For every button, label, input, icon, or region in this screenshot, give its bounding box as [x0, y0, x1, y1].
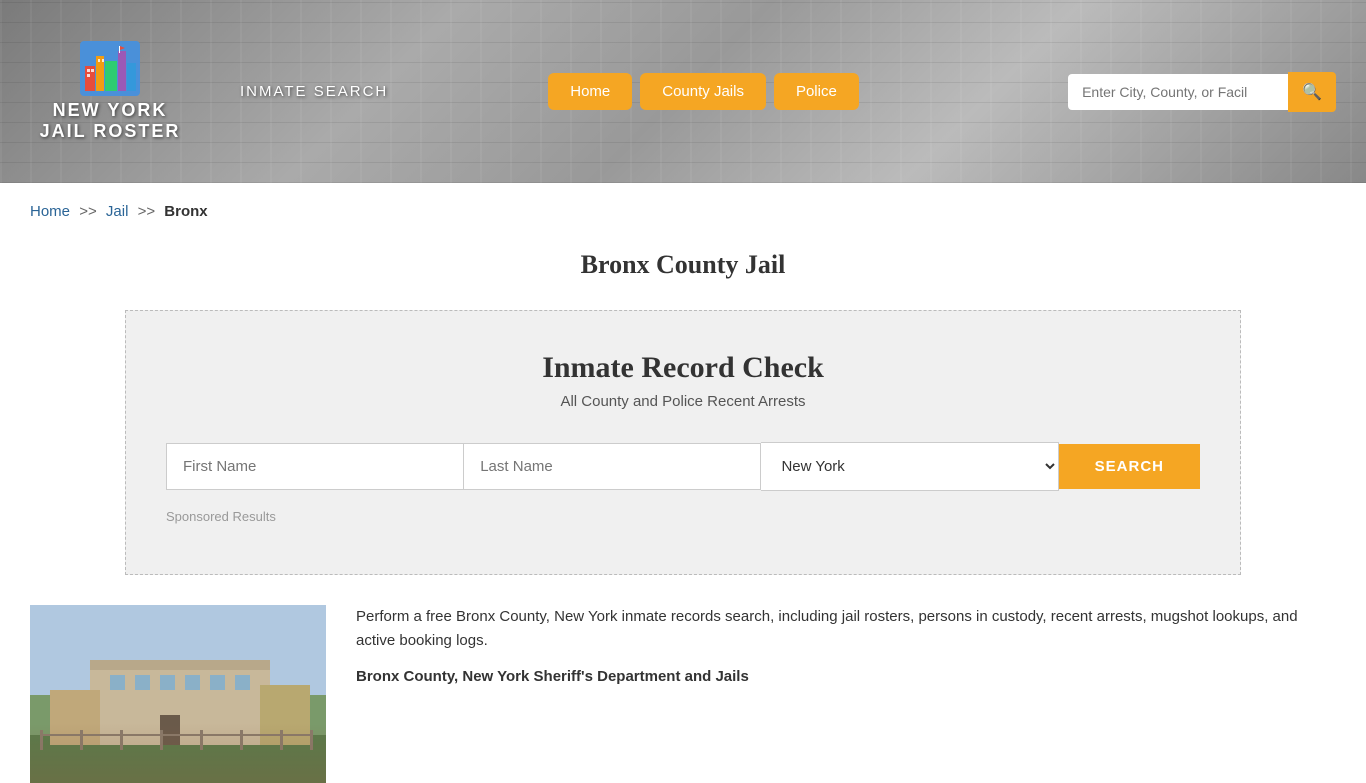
breadcrumb-jail-link[interactable]: Jail — [106, 203, 129, 220]
search-icon: 🔍 — [1302, 84, 1322, 101]
state-select[interactable]: New York Alabama Alaska Arizona Arkansas… — [761, 442, 1058, 491]
inmate-search-label: INMATE SEARCH — [240, 83, 388, 100]
nav-home-button[interactable]: Home — [548, 73, 632, 110]
facility-image — [30, 605, 326, 783]
search-section-title: Inmate Record Check — [166, 351, 1200, 385]
header-content: NEW YORK JAIL ROSTER INMATE SEARCH Home … — [0, 41, 1366, 142]
search-submit-button[interactable]: SEARCH — [1059, 444, 1200, 489]
first-name-input[interactable] — [166, 443, 463, 490]
logo-line2: JAIL ROSTER — [40, 121, 181, 142]
breadcrumb-sep1: >> — [79, 203, 97, 220]
last-name-input[interactable] — [463, 443, 761, 490]
content-sub-heading: Bronx County, New York Sheriff's Departm… — [356, 665, 1336, 689]
content-text: Perform a free Bronx County, New York in… — [356, 605, 1336, 783]
breadcrumb-home-link[interactable]: Home — [30, 203, 70, 220]
sponsored-label: Sponsored Results — [166, 509, 1200, 524]
breadcrumb: Home >> Jail >> Bronx — [0, 183, 1366, 240]
header-search-input[interactable] — [1068, 74, 1288, 110]
breadcrumb-sep2: >> — [138, 203, 156, 220]
header: NEW YORK JAIL ROSTER INMATE SEARCH Home … — [0, 0, 1366, 183]
search-section: Inmate Record Check All County and Polic… — [125, 310, 1241, 575]
header-search-area: 🔍 — [1068, 72, 1336, 112]
page-title: Bronx County Jail — [0, 250, 1366, 280]
logo-area: NEW YORK JAIL ROSTER — [30, 41, 190, 142]
content-description: Perform a free Bronx County, New York in… — [356, 605, 1336, 653]
search-section-subtitle: All County and Police Recent Arrests — [166, 393, 1200, 410]
facility-image-inner — [30, 605, 326, 783]
breadcrumb-current: Bronx — [164, 203, 207, 220]
header-search-button[interactable]: 🔍 — [1288, 72, 1336, 112]
search-form-row: New York Alabama Alaska Arizona Arkansas… — [166, 442, 1200, 491]
nav-county-jails-button[interactable]: County Jails — [640, 73, 766, 110]
logo-line1: NEW YORK — [53, 100, 168, 121]
content-area: Perform a free Bronx County, New York in… — [0, 605, 1366, 783]
nav-police-button[interactable]: Police — [774, 73, 859, 110]
main-nav: Home County Jails Police — [548, 73, 859, 110]
logo-icon — [80, 41, 140, 96]
